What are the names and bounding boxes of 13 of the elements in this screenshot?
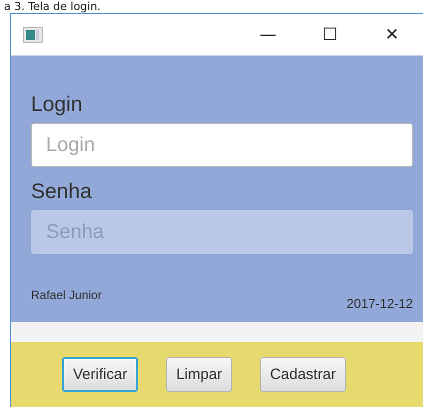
input-field[interactable]: Login [31,123,413,167]
caption-text: a 3. Tela de login. [3,0,102,13]
close-button[interactable]: ✕ [361,14,423,54]
action-button[interactable]: Verificar [62,357,138,392]
maximize-button[interactable]: ☐ [299,14,361,54]
app-icon [23,26,43,42]
date-text: 2017-12-12 [346,296,413,311]
author-text: Rafael Junior [31,288,102,302]
minimize-button[interactable]: — [237,14,299,54]
action-button[interactable]: Limpar [166,357,232,392]
field-label: Login [31,92,84,118]
field-label: Senha [31,179,93,205]
action-button[interactable]: Cadastrar [260,357,346,392]
